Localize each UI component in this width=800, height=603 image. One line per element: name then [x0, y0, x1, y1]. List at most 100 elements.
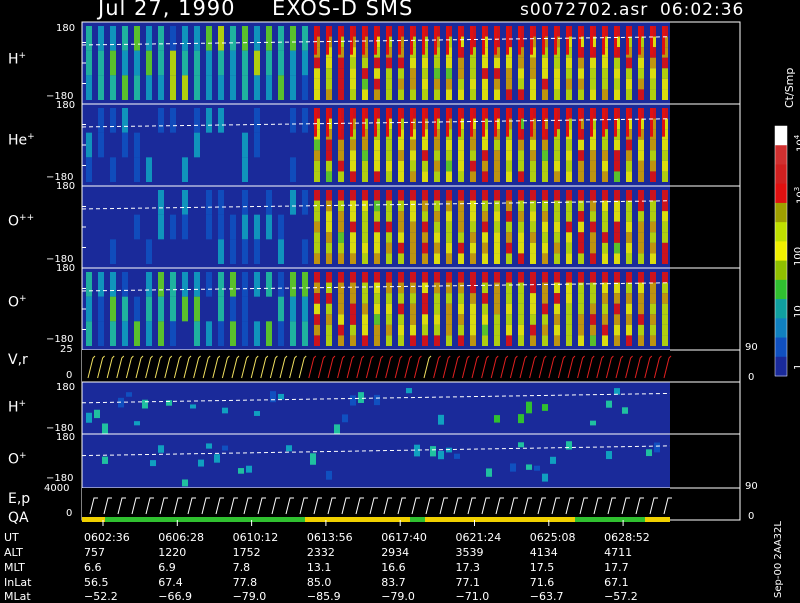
spectral-cell	[302, 108, 308, 133]
spectral-cell	[470, 78, 476, 90]
spectral-cell	[242, 239, 248, 264]
spectral-cell	[554, 57, 560, 69]
spectral-cell	[554, 171, 560, 182]
spectral-cell	[194, 296, 200, 322]
spectral-cell	[386, 68, 392, 79]
spectral-cell	[438, 414, 444, 425]
spectral-cell	[302, 75, 308, 100]
spectral-cell	[542, 404, 548, 411]
spectral-cell	[342, 414, 348, 423]
spectral-cell	[482, 221, 488, 233]
spectral-cell	[606, 400, 612, 408]
spectral-cell	[326, 211, 332, 222]
ephem-alt-value: 2934	[381, 546, 410, 559]
spectral-peak	[374, 108, 377, 137]
spectral-cell	[482, 242, 488, 254]
spectral-cell	[458, 293, 464, 304]
spectral-cell	[602, 57, 608, 69]
spectral-cell	[626, 89, 632, 100]
spectral-cell	[542, 303, 548, 315]
ephem-mlt-value: 7.8	[232, 561, 251, 574]
spectral-cell	[290, 157, 296, 182]
spectral-cell	[470, 211, 476, 222]
spectral-cell	[386, 314, 392, 325]
spectral-cell	[602, 211, 608, 222]
spectral-cell	[434, 293, 440, 304]
spectral-cell	[326, 272, 332, 283]
spectral-cell	[662, 221, 668, 233]
spectral-cell	[434, 211, 440, 222]
spectral-cell	[230, 75, 236, 100]
spectral-cell	[446, 171, 452, 182]
spectral-cell	[482, 89, 488, 100]
spectral-cell	[254, 272, 260, 297]
spectral-cell	[314, 272, 320, 283]
ephem-alt-value: 1752	[232, 546, 261, 559]
spectral-cell	[422, 68, 428, 79]
spectral-cell	[182, 272, 188, 297]
spectral-cell	[422, 221, 428, 233]
spectral-cell	[374, 314, 380, 325]
spectral-cell	[566, 335, 572, 346]
spectral-cell	[482, 68, 488, 79]
spectral-peak	[362, 108, 365, 137]
spectral-cell	[626, 150, 632, 161]
spectral-cell	[338, 190, 344, 201]
spectral-cell	[638, 68, 644, 79]
spectral-cell	[446, 190, 452, 201]
spectral-cell	[242, 132, 248, 158]
spectral-cell	[94, 409, 100, 419]
spectral-cell	[146, 272, 152, 297]
spectral-cell	[170, 75, 176, 100]
spectral-cell	[626, 335, 632, 346]
spectral-cell	[326, 293, 332, 304]
spectral-cell	[410, 150, 416, 161]
ephem-label-ut: UT	[4, 531, 19, 544]
spectral-cell	[614, 57, 620, 69]
spectral-cell	[626, 314, 632, 325]
spectral-cell	[542, 242, 548, 254]
spectral-cell	[98, 132, 104, 158]
spectral-cell	[662, 211, 668, 222]
spectral-cell	[338, 293, 344, 304]
spectral-cell	[518, 139, 524, 151]
spectral-cell	[362, 171, 368, 182]
spectral-cell	[422, 242, 428, 254]
spectral-cell	[590, 78, 596, 90]
side-note: Sep-00 2AA32L	[773, 521, 784, 598]
spectral-cell	[590, 150, 596, 161]
colorbar-swatch	[775, 299, 787, 319]
ephem-inlat-value: 67.4	[158, 576, 183, 589]
spectral-cell	[446, 221, 452, 233]
spectral-cell	[242, 157, 248, 182]
spectral-cell	[254, 214, 260, 240]
spectral-cell	[422, 335, 428, 346]
spectral-cell	[578, 68, 584, 79]
spectral-cell	[278, 75, 284, 100]
spectral-peak	[482, 26, 485, 55]
spectral-cell	[602, 221, 608, 233]
spectral-cell	[470, 303, 476, 315]
spectral-cell	[650, 171, 656, 182]
spectral-cell	[662, 335, 668, 346]
spectral-cell	[398, 160, 404, 172]
spectral-cell	[86, 75, 92, 100]
spectral-cell	[590, 171, 596, 182]
spectral-cell	[410, 232, 416, 243]
spectral-cell	[386, 139, 392, 151]
spectral-cell	[566, 293, 572, 304]
spectral-cell	[662, 171, 668, 182]
spectral-cell	[350, 335, 356, 346]
spectral-cell	[386, 221, 392, 233]
p6-ymax: 180	[56, 382, 76, 393]
spectral-cell	[278, 239, 284, 264]
spectral-cell	[638, 190, 644, 201]
spectral-cell	[182, 157, 188, 182]
spectral-cell	[386, 89, 392, 100]
ephem-alt-value: 2332	[306, 546, 335, 559]
spectral-cell	[650, 303, 656, 315]
spectral-cell	[578, 324, 584, 336]
spectral-cell	[494, 272, 500, 283]
spectral-cell	[470, 242, 476, 254]
spectral-cell	[422, 200, 428, 212]
